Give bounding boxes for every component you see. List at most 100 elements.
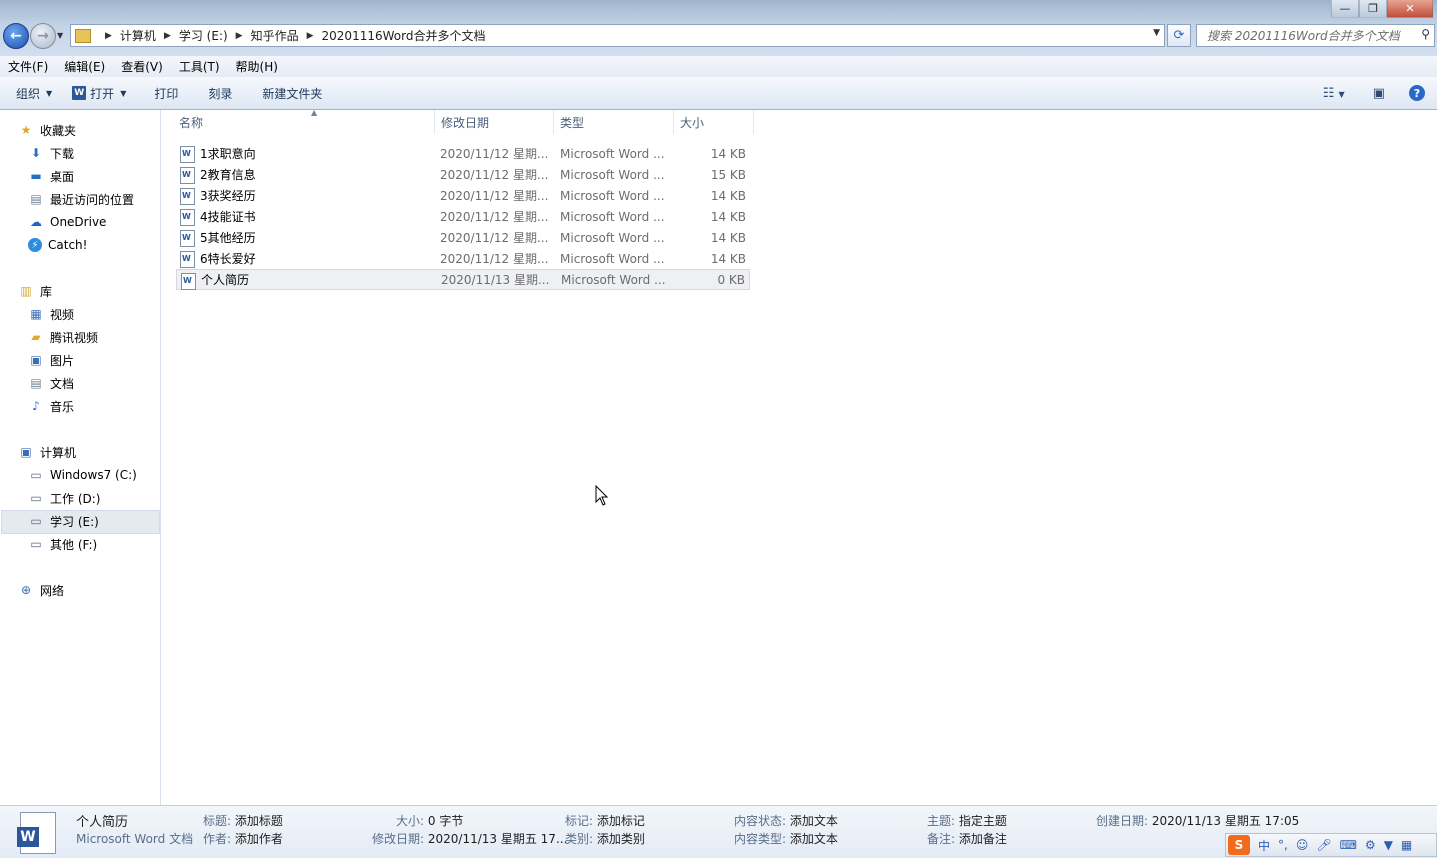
file-row[interactable]: 4技能证书 2020/11/12 星期... Microsoft Word ..… — [176, 206, 750, 227]
breadcrumb: ▶ 计算机 ▶ 学习 (E:) ▶ 知乎作品 ▶ 20201116Word合并多… — [97, 27, 485, 44]
breadcrumb-drive-e[interactable]: 学习 (E:) — [179, 27, 228, 44]
chevron-right-icon[interactable]: ▶ — [105, 31, 112, 41]
nav-music[interactable]: ♪ 音乐 — [28, 396, 74, 416]
preview-pane-icon[interactable]: ▣ — [1373, 86, 1385, 101]
nav-documents[interactable]: ▤ 文档 — [28, 373, 74, 393]
column-type-label: 类型 — [560, 115, 585, 130]
search-input[interactable] — [1205, 27, 1419, 44]
nav-drive-f-label: 其他 (F:) — [50, 537, 98, 552]
maximize-button[interactable]: ❐ — [1359, 0, 1387, 18]
details-tags-field[interactable]: 标记: 添加标记 — [565, 812, 645, 829]
file-row[interactable]: 5其他经历 2020/11/12 星期... Microsoft Word ..… — [176, 227, 750, 248]
search-icon[interactable]: ⚲ — [1421, 27, 1430, 41]
column-header-name[interactable]: 名称 ▲ — [173, 108, 435, 134]
details-category-field[interactable]: 类别: 添加类别 — [565, 830, 645, 847]
search-box[interactable]: ⚲ — [1196, 24, 1435, 47]
menu-view[interactable]: 查看(V) — [113, 58, 171, 75]
file-size: 14 KB — [710, 230, 746, 245]
help-icon[interactable]: ? — [1409, 85, 1425, 101]
nav-pictures[interactable]: ▣ 图片 — [28, 350, 74, 370]
nav-tencent-video[interactable]: ▰ 腾讯视频 — [28, 327, 98, 347]
breadcrumb-computer[interactable]: 计算机 — [120, 27, 156, 44]
file-row[interactable]: 2教育信息 2020/11/12 星期... Microsoft Word ..… — [176, 164, 750, 185]
category-label: 类别: — [565, 832, 594, 846]
sogou-ime-icon[interactable]: S — [1228, 835, 1250, 855]
breadcrumb-current[interactable]: 20201116Word合并多个文档 — [322, 27, 486, 44]
keyboard-icon[interactable]: ⌨ — [1340, 838, 1357, 852]
nav-libraries[interactable]: ▥ 库 — [18, 281, 52, 301]
word-document-icon — [180, 209, 195, 226]
title-label: 标题: — [203, 814, 232, 828]
menu-tools[interactable]: 工具(T) — [171, 58, 228, 75]
author-label: 作者: — [203, 832, 232, 846]
file-row[interactable]: 1求职意向 2020/11/12 星期... Microsoft Word ..… — [176, 143, 750, 164]
file-row[interactable]: 3获奖经历 2020/11/12 星期... Microsoft Word ..… — [176, 185, 750, 206]
content-type-value: 添加文本 — [789, 832, 838, 846]
settings-icon[interactable]: ⚙ — [1365, 838, 1376, 852]
nav-downloads-label: 下载 — [50, 146, 75, 161]
column-header-date[interactable]: 修改日期 — [435, 110, 554, 134]
file-size: 14 KB — [710, 251, 746, 266]
nav-drive-e[interactable]: ▭ 学习 (E:) — [28, 511, 98, 531]
nav-drive-c[interactable]: ▭ Windows7 (C:) — [28, 465, 136, 485]
nav-network[interactable]: ⊕ 网络 — [18, 580, 64, 600]
details-content-type-field[interactable]: 内容类型: 添加文本 — [734, 830, 838, 847]
microphone-icon[interactable]: 🎤︎ — [1316, 838, 1331, 852]
file-row-selected[interactable]: 个人简历 2020/11/13 星期... Microsoft Word ...… — [176, 269, 750, 290]
chevron-right-icon[interactable]: ▶ — [307, 31, 314, 41]
details-comments-field[interactable]: 备注: 添加备注 — [927, 830, 1007, 847]
organize-label: 组织 — [16, 86, 41, 101]
address-bar[interactable]: ▶ 计算机 ▶ 学习 (E:) ▶ 知乎作品 ▶ 20201116Word合并多… — [70, 24, 1165, 47]
open-button[interactable]: W 打开 ▼ — [62, 81, 136, 105]
minimize-button[interactable]: — — [1331, 0, 1359, 18]
nav-drive-f[interactable]: ▭ 其他 (F:) — [28, 534, 97, 554]
nav-computer[interactable]: ▣ 计算机 — [18, 442, 76, 462]
chevron-down-icon: ▼ — [120, 88, 127, 98]
details-subject-field[interactable]: 主题: 指定主题 — [927, 812, 1007, 829]
file-row[interactable]: 6特长爱好 2020/11/12 星期... Microsoft Word ..… — [176, 248, 750, 269]
address-history-dropdown[interactable]: ▼ — [1153, 28, 1160, 38]
new-folder-button[interactable]: 新建文件夹 — [252, 81, 332, 105]
column-header-size[interactable]: 大小 — [674, 110, 754, 134]
refresh-button[interactable]: ⟳ — [1167, 24, 1191, 47]
word-document-icon — [180, 251, 195, 268]
details-author-field[interactable]: 作者: 添加作者 — [203, 830, 283, 847]
recent-pages-dropdown[interactable]: ▼ — [57, 31, 63, 40]
menu-edit[interactable]: 编辑(E) — [56, 58, 113, 75]
nav-onedrive[interactable]: ☁ OneDrive — [28, 212, 106, 232]
nav-drive-d[interactable]: ▭ 工作 (D:) — [28, 488, 100, 508]
nav-recent-places[interactable]: ▤ 最近访问的位置 — [28, 189, 134, 209]
forward-button[interactable]: → — [30, 23, 56, 49]
menu-help[interactable]: 帮助(H) — [228, 58, 286, 75]
organize-button[interactable]: 组织 ▼ — [0, 81, 62, 105]
burn-button[interactable]: 刻录 — [198, 81, 242, 105]
chevron-right-icon[interactable]: ▶ — [236, 31, 243, 41]
word-document-icon — [180, 167, 195, 184]
ime-mode-indicator[interactable]: 中 — [1258, 837, 1270, 854]
view-options-icon[interactable]: ☷ ▼ — [1323, 86, 1345, 101]
skin-icon[interactable]: ▼ — [1384, 838, 1393, 852]
nav-videos[interactable]: ▦ 视频 — [28, 304, 74, 324]
nav-favorites[interactable]: ★ 收藏夹 — [18, 120, 76, 140]
file-name: 6特长爱好 — [200, 252, 256, 266]
emoji-icon[interactable]: ☺ — [1296, 838, 1309, 852]
punctuation-icon[interactable]: °, — [1278, 838, 1288, 852]
column-header-type[interactable]: 类型 — [554, 110, 674, 134]
chevron-right-icon[interactable]: ▶ — [164, 31, 171, 41]
breadcrumb-zhihu[interactable]: 知乎作品 — [251, 27, 299, 44]
tags-value: 添加标记 — [596, 814, 645, 828]
details-title-field[interactable]: 标题: 添加标题 — [203, 812, 283, 829]
file-size: 14 KB — [710, 146, 746, 161]
print-button[interactable]: 打印 — [144, 81, 188, 105]
back-button[interactable]: ← — [3, 23, 29, 49]
file-date: 2020/11/12 星期... — [440, 189, 549, 203]
details-content-status-field[interactable]: 内容状态: 添加文本 — [734, 812, 838, 829]
toolbox-icon[interactable]: ▦ — [1401, 838, 1412, 852]
nav-videos-label: 视频 — [50, 307, 75, 322]
nav-catch[interactable]: ⚡ Catch! — [28, 235, 87, 255]
close-button[interactable]: ✕ — [1387, 0, 1433, 18]
nav-desktop[interactable]: ▬ 桌面 — [28, 166, 74, 186]
size-label: 大小: — [396, 814, 425, 828]
menu-file[interactable]: 文件(F) — [0, 58, 56, 75]
nav-downloads[interactable]: ⬇ 下载 — [28, 143, 74, 163]
